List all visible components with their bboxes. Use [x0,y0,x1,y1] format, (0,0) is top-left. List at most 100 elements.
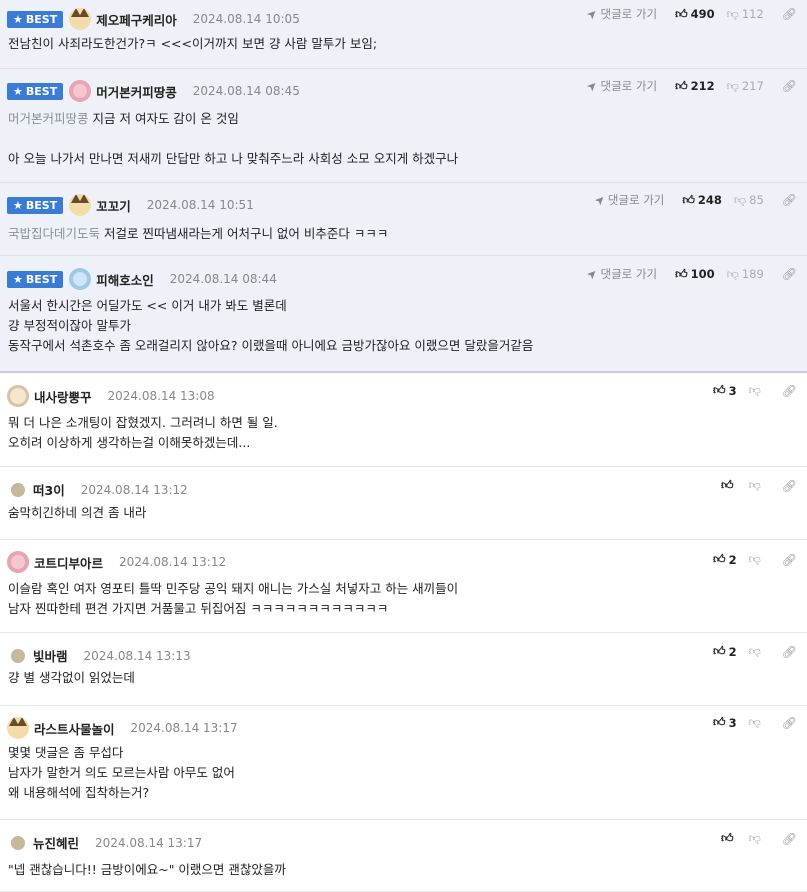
upvote-button[interactable]: 👍︎ 100 [675,267,715,282]
go-to-reply-link[interactable]: ➤ 댓글로 가기 [591,191,665,208]
comment-header: 빛바램 2024.08.14 13:13 [7,646,191,665]
avatar[interactable] [11,648,25,663]
nickname[interactable]: 코트디부아르 [34,553,103,572]
comment-header: 떠3이 2024.08.14 13:12 [7,480,188,499]
comment-line: 오히려 이상하게 생각하는걸 이해못하겠는데... [8,433,278,453]
thumbs-down-icon: 👎︎ [726,78,739,93]
mention-nickname[interactable]: 국밥집다데기도둑 [8,226,100,241]
avatar[interactable] [69,194,92,216]
avatar[interactable] [7,717,29,739]
downvote-button[interactable]: 👎︎ [749,478,764,493]
comment-body: 머거본커피땅콩 지금 저 여자도 감이 온 것임 아 오늘 나가서 만나면 저새… [8,109,458,169]
comment-actions: ➤ 댓글로 가기 👍︎ 490 👎︎ 112 🔗︎ [584,5,797,22]
link-icon[interactable]: 🔗︎ [782,384,797,398]
nickname[interactable]: 떠3이 [33,480,65,499]
upvote-count: 248 [697,193,722,207]
link-icon[interactable]: 🔗︎ [782,267,797,281]
avatar[interactable] [7,551,29,573]
thumbs-down-icon: 👎︎ [748,715,761,729]
comment-date: 2024.08.14 08:45 [192,84,300,98]
comment-actions: ➤ 댓글로 가기 👍︎ 248 👎︎ 85 🔗︎ [591,191,797,208]
avatar[interactable] [69,268,92,290]
comment-text: 걍 부정적이잖아 말투가 [8,318,131,333]
avatar[interactable] [7,385,29,407]
comment-header: ★ BEST 머거본커피땅콩 2024.08.14 08:45 [7,80,300,102]
avatar[interactable] [69,80,92,102]
upvote-button[interactable]: 👍︎ [721,478,737,493]
downvote-button[interactable]: 👎︎ [749,383,764,398]
upvote-button[interactable]: 👍︎ [721,831,737,846]
nickname[interactable]: 피해호소인 [96,270,154,289]
comment-line: 머거본커피땅콩 지금 저 여자도 감이 온 것임 [8,109,458,129]
comment-text: 걍 별 생각없이 읽었는데 [8,670,135,685]
comment-line: 걍 부정적이잖아 말투가 [8,316,533,336]
reply-label: 댓글로 가기 [600,79,658,93]
best-label: BEST [25,12,58,26]
comment-body: 서울서 한시간은 어딜가도 << 이거 내가 봐도 별론데 걍 부정적이잖아 말투… [8,296,533,356]
mention-nickname[interactable]: 머거본커피땅콩 [8,111,89,126]
go-to-reply-link[interactable]: ➤ 댓글로 가기 [584,265,657,282]
upvote-button[interactable]: 👍︎ 212 [675,79,715,94]
comment-line: 걍 별 생각없이 읽었는데 [8,668,135,688]
downvote-button[interactable]: 👎︎ [749,715,764,730]
avatar[interactable] [69,8,92,30]
downvote-button[interactable]: 👎︎ 217 [727,79,764,94]
upvote-count: 100 [690,267,715,281]
downvote-button[interactable]: 👎︎ [749,552,764,567]
comment-date: 2024.08.14 10:05 [192,12,300,26]
go-to-reply-link[interactable]: ➤ 댓글로 가기 [584,5,658,22]
comment-actions: 👍︎ 3 👎︎ 🔗︎ [713,715,797,730]
nickname[interactable]: 빛바램 [33,646,68,665]
upvote-button[interactable]: 👍︎ 490 [675,7,715,22]
nickname[interactable]: 내사랑뿡꾸 [34,387,92,406]
comment-date: 2024.08.14 13:08 [107,389,215,403]
link-icon[interactable]: 🔗︎ [782,553,797,567]
reply-label: 댓글로 가기 [600,7,658,21]
comment-body: 숨막히긴하네 의견 좀 내라 [8,503,146,523]
downvote-button[interactable]: 👎︎ [749,644,764,659]
comment-text: 숨막히긴하네 의견 좀 내라 [8,505,147,520]
nickname[interactable]: 라스트사물놀이 [34,719,115,738]
comment-text: 뭐 더 나은 소개팅이 잡혔겠지. 그러려니 하면 될 일. [8,415,278,430]
nickname[interactable]: 머거본커피땅콩 [96,82,177,101]
link-icon[interactable]: 🔗︎ [782,79,797,93]
downvote-count: 112 [741,7,764,21]
upvote-button[interactable]: 👍︎ 3 [713,715,737,730]
downvote-button[interactable]: 👎︎ 112 [727,7,764,22]
comment-date: 2024.08.14 10:51 [146,198,254,212]
comment-actions: 👍︎ 👎︎ 🔗︎ [721,831,797,846]
nickname[interactable]: 제오페구케리아 [96,10,177,29]
reply-label: 댓글로 가기 [607,193,665,207]
upvote-button[interactable]: 👍︎ 3 [713,383,737,398]
upvote-button[interactable]: 👍︎ 248 [682,193,722,208]
upvote-count: 3 [728,383,737,398]
star-icon: ★ [13,198,23,212]
downvote-button[interactable]: 👎︎ [749,831,764,846]
link-icon[interactable]: 🔗︎ [782,193,797,207]
downvote-button[interactable]: 👎︎ 85 [734,193,764,208]
comment-text: 남자가 말한거 의도 모르는사람 아무도 없어 [8,765,235,780]
nickname[interactable]: 꼬꼬기 [96,196,131,215]
link-icon[interactable]: 🔗︎ [782,479,797,493]
comment-line: 아 오늘 나가서 만나면 저새끼 단답만 하고 나 맞춰주느라 사회성 소모 오… [8,149,458,169]
comment-actions: ➤ 댓글로 가기 👍︎ 212 👎︎ 217 🔗︎ [584,77,797,94]
link-icon[interactable]: 🔗︎ [782,645,797,659]
link-icon[interactable]: 🔗︎ [782,7,797,21]
upvote-button[interactable]: 👍︎ 2 [713,644,737,659]
comment-text: 저걸로 찐따냄새라는게 어처구니 없어 비추준다 ㅋㅋㅋ [104,226,389,241]
comment-body: 전남친이 사죄라도한건가?ㅋ <<<이거까지 보면 걍 사람 말투가 보임; [8,34,377,54]
nickname[interactable]: 뉴진혜린 [33,833,79,852]
upvote-button[interactable]: 👍︎ 2 [713,552,737,567]
avatar[interactable] [11,482,25,497]
go-to-reply-link[interactable]: ➤ 댓글로 가기 [584,77,658,94]
comment-item: ★ BEST 피해호소인 2024.08.14 08:44 ➤ 댓글로 가기 👍︎ 100 👎︎… [0,256,807,373]
best-badge: ★ BEST [7,196,64,214]
downvote-button[interactable]: 👎︎ 189 [727,267,764,282]
upvote-count: 212 [690,79,715,93]
downvote-count: 217 [741,79,764,93]
avatar[interactable] [11,835,25,850]
comment-body: 걍 별 생각없이 읽었는데 [8,668,135,688]
link-icon[interactable]: 🔗︎ [782,716,797,730]
thumbs-down-icon: 👎︎ [748,644,761,658]
link-icon[interactable]: 🔗︎ [782,832,797,846]
